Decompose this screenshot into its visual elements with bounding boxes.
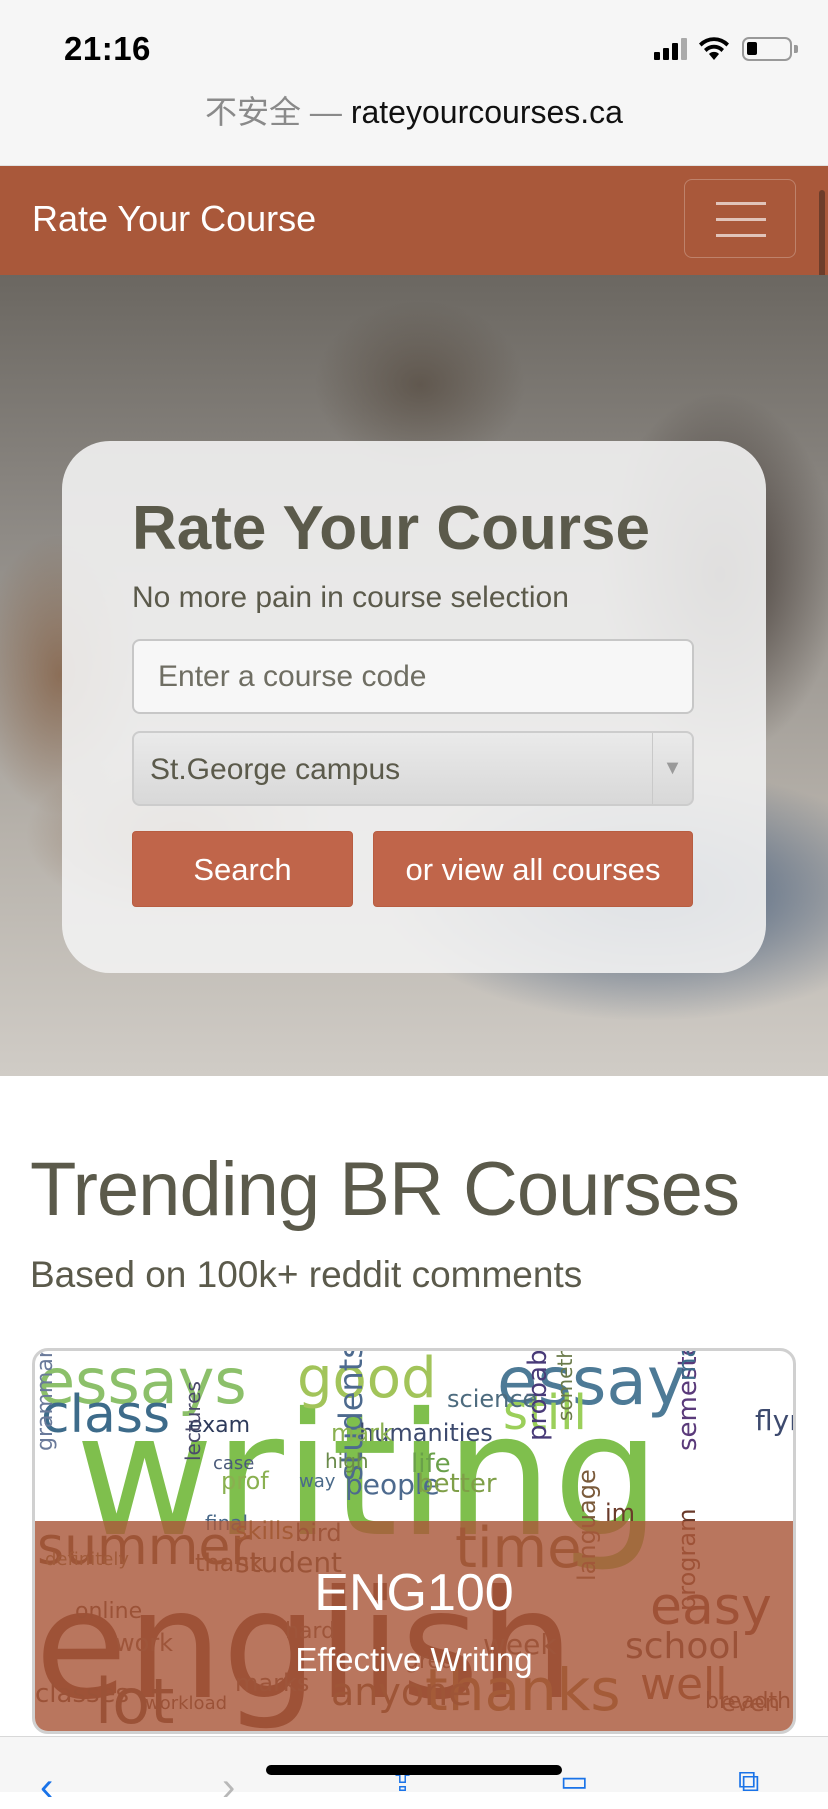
word-cloud-word: grammar bbox=[33, 1349, 58, 1451]
word-cloud-word: high bbox=[325, 1449, 369, 1473]
word-cloud-word: science bbox=[447, 1385, 538, 1413]
word-cloud-word: major bbox=[673, 1351, 701, 1381]
chevron-down-icon: ▼ bbox=[652, 733, 692, 804]
tabs-icon[interactable]: ⧉ bbox=[738, 1767, 759, 1797]
address-bar[interactable]: 不安全 — rateyourcourses.ca bbox=[0, 94, 828, 166]
trending-title: Trending BR Courses bbox=[30, 1147, 740, 1232]
wifi-icon bbox=[699, 37, 729, 60]
word-cloud-word: something bbox=[553, 1348, 577, 1421]
battery-icon bbox=[742, 37, 798, 61]
hero-banner: Rate Your Course No more pain in course … bbox=[0, 275, 828, 1076]
trending-subtitle: Based on 100k+ reddit comments bbox=[30, 1254, 583, 1295]
brand-link[interactable]: Rate Your Course bbox=[32, 198, 316, 240]
campus-select[interactable]: St.George campus ▼ bbox=[132, 731, 694, 806]
view-all-courses-button[interactable]: or view all courses bbox=[373, 831, 693, 907]
browser-toolbar: ‹ › ⇪ ▭ ⧉ bbox=[0, 1736, 828, 1807]
course-code: ENG100 bbox=[314, 1564, 514, 1622]
back-icon[interactable]: ‹ bbox=[40, 1767, 53, 1807]
word-cloud-word: class bbox=[41, 1385, 171, 1445]
status-bar: 21:16 bbox=[0, 0, 828, 96]
search-card: Rate Your Course No more pain in course … bbox=[62, 441, 766, 973]
cellular-signal-icon bbox=[654, 38, 687, 60]
search-button[interactable]: Search bbox=[132, 831, 353, 907]
word-cloud-word: way bbox=[299, 1471, 336, 1492]
hamburger-menu-button[interactable] bbox=[684, 179, 796, 258]
campus-selected-value: St.George campus bbox=[150, 753, 401, 786]
navbar: Rate Your Course bbox=[0, 166, 828, 275]
hero-subtitle: No more pain in course selection bbox=[132, 581, 569, 614]
word-cloud-word: flynn bbox=[755, 1404, 793, 1437]
course-name: Effective Writing bbox=[295, 1641, 533, 1678]
clock: 21:16 bbox=[64, 30, 151, 67]
word-cloud-word: lectures bbox=[181, 1381, 205, 1461]
course-code-input[interactable] bbox=[132, 639, 694, 714]
hero-title: Rate Your Course bbox=[132, 494, 650, 563]
card-overlay bbox=[35, 1521, 793, 1731]
bookmarks-icon[interactable]: ▭ bbox=[560, 1767, 588, 1797]
security-indicator: 不安全 — bbox=[205, 94, 342, 130]
word-cloud-word: life bbox=[411, 1449, 451, 1479]
home-indicator bbox=[266, 1765, 562, 1775]
word-cloud-word: case bbox=[213, 1453, 255, 1474]
word-cloud-word: mark bbox=[331, 1419, 393, 1447]
course-card[interactable]: writingenglishessaysessaygoodclassstills… bbox=[32, 1348, 796, 1734]
forward-icon[interactable]: › bbox=[222, 1767, 235, 1807]
url-domain: rateyourcourses.ca bbox=[350, 94, 623, 130]
